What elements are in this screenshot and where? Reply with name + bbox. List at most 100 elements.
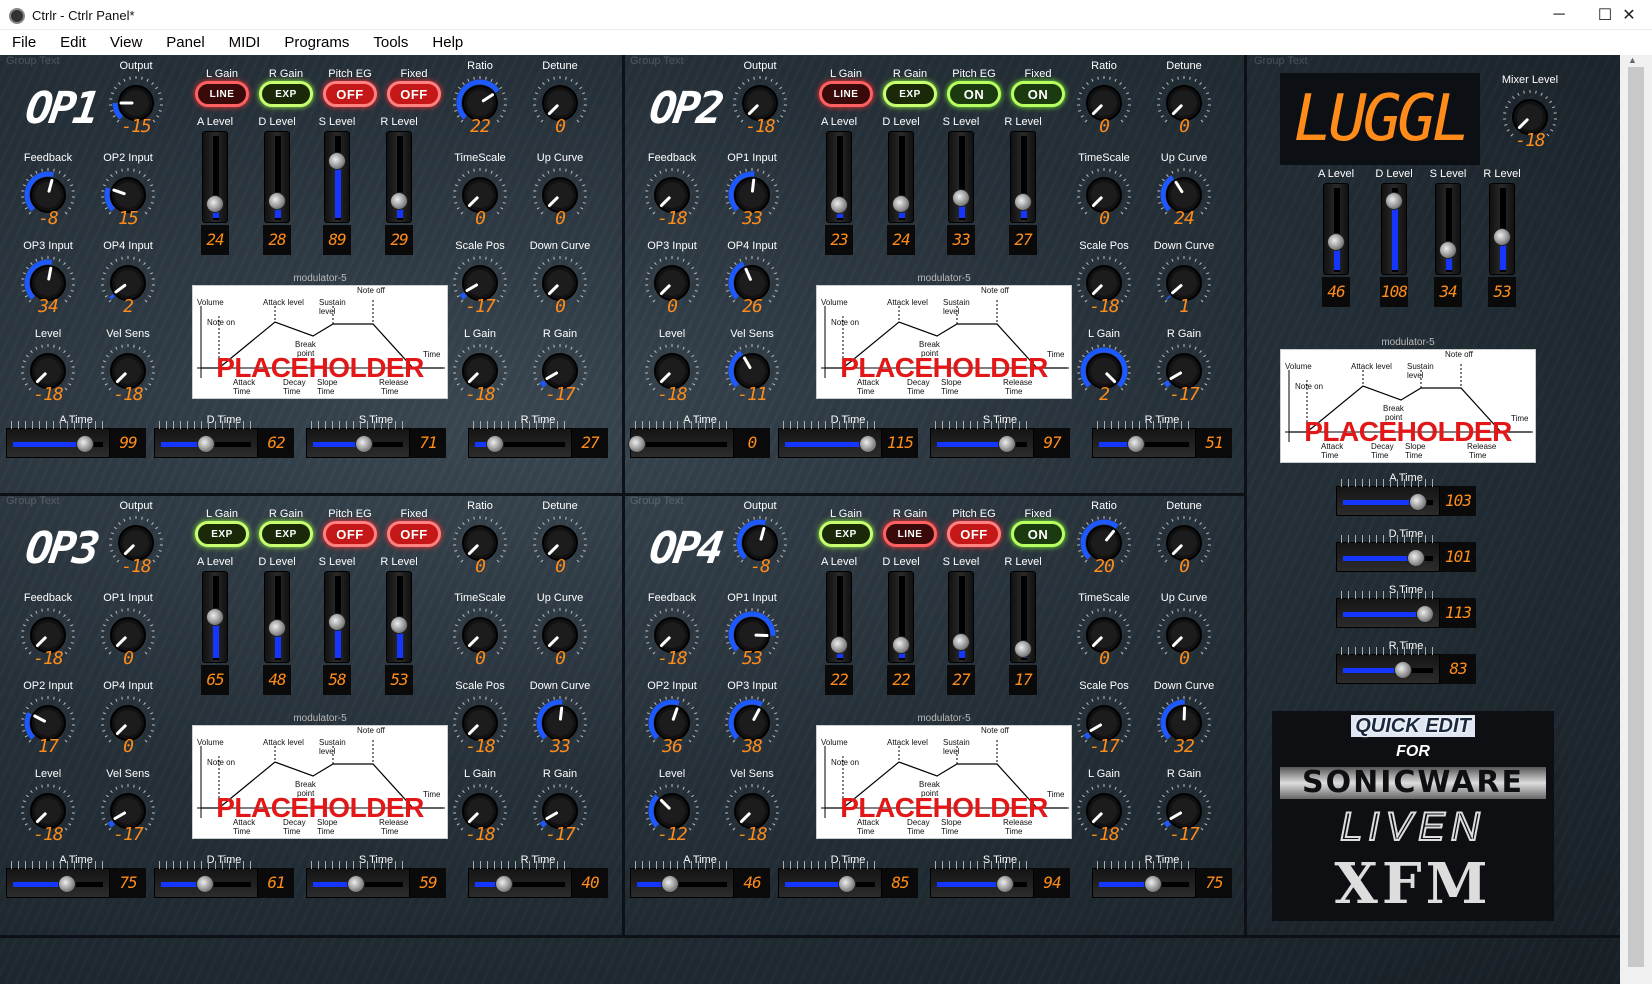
op3-in1-knob[interactable]: OP1 Input 0 xyxy=(88,591,168,669)
op4-in2-dial[interactable]: 36 xyxy=(644,695,700,757)
op1-ratio-knob[interactable]: Ratio 22 xyxy=(440,59,520,137)
op1-vel-sens-dial[interactable]: -18 xyxy=(100,343,156,405)
op1-a-time-slider[interactable]: A Time 99 xyxy=(6,413,146,459)
op2-level-dial[interactable]: -18 xyxy=(644,343,700,405)
op1-timescale-dial[interactable]: 0 xyxy=(452,167,508,229)
op3-fixed-toggle[interactable]: Fixed OFF xyxy=(386,507,442,547)
op4-a-time-slider[interactable]: A Time 46 xyxy=(630,853,770,899)
mixer-r-time-thumb[interactable] xyxy=(1394,661,1413,679)
op2-l-gain-knob[interactable]: L Gain 2 xyxy=(1064,327,1144,405)
op4-up-curve-dial[interactable]: 0 xyxy=(1156,607,1212,669)
op2-feedback-dial[interactable]: -18 xyxy=(644,167,700,229)
op1-in3-knob[interactable]: OP4 Input 2 xyxy=(88,239,168,317)
op3-s-level-slider[interactable]: S Level 58 xyxy=(309,555,365,695)
op3-level-knob[interactable]: Level -18 xyxy=(8,767,88,845)
op4-output-dial[interactable]: -8 xyxy=(732,515,788,577)
op1-down-curve-knob[interactable]: Down Curve 0 xyxy=(520,239,600,317)
op1-level-dial[interactable]: -18 xyxy=(20,343,76,405)
op2-s-level-thumb[interactable] xyxy=(952,189,970,208)
op4-r-time-track[interactable] xyxy=(1092,861,1196,898)
op1-detune-dial[interactable]: 0 xyxy=(532,75,588,137)
op1-l-gain-dial[interactable]: -18 xyxy=(452,343,508,405)
op4-r-time-thumb[interactable] xyxy=(1144,875,1163,893)
op2-in2-dial[interactable]: 0 xyxy=(644,255,700,317)
op2-feedback-knob[interactable]: Feedback -18 xyxy=(632,151,712,229)
op3-ratio-dial[interactable]: 0 xyxy=(452,515,508,577)
op3-r-gain-knob[interactable]: R Gain -17 xyxy=(520,767,600,845)
mixer-a-level-track[interactable] xyxy=(1323,183,1349,275)
op1-s-time-thumb[interactable] xyxy=(355,435,374,453)
op2-r-level-track[interactable] xyxy=(1010,131,1036,223)
op1-d-level-slider[interactable]: D Level 28 xyxy=(249,115,305,255)
op4-s-time-track[interactable] xyxy=(930,861,1034,898)
op1-down-curve-dial[interactable]: 0 xyxy=(532,255,588,317)
op3-d-time-thumb[interactable] xyxy=(196,875,215,893)
menu-midi[interactable]: MIDI xyxy=(217,31,273,55)
op1-a-level-track[interactable] xyxy=(202,131,228,223)
mixer-s-time-slider[interactable]: S Time 113 xyxy=(1336,583,1476,629)
op2-a-level-thumb[interactable] xyxy=(830,195,848,214)
op3-output-knob[interactable]: Output -18 xyxy=(96,499,176,577)
op2-ratio-dial[interactable]: 0 xyxy=(1076,75,1132,137)
op1-feedback-knob[interactable]: Feedback -8 xyxy=(8,151,88,229)
op3-vel-sens-knob[interactable]: Vel Sens -17 xyxy=(88,767,168,845)
op2-a-level-slider[interactable]: A Level 23 xyxy=(811,115,867,255)
op1-d-level-thumb[interactable] xyxy=(268,192,286,211)
op3-r-time-track[interactable] xyxy=(468,861,572,898)
op3-up-curve-dial[interactable]: 0 xyxy=(532,607,588,669)
op4-a-level-track[interactable] xyxy=(826,571,852,663)
op4-a-time-thumb[interactable] xyxy=(661,875,680,893)
op3-down-curve-knob[interactable]: Down Curve 33 xyxy=(520,679,600,757)
op1-scale-pos-dial[interactable]: -17 xyxy=(452,255,508,317)
mixer-a-level-slider[interactable]: A Level 46 xyxy=(1308,167,1364,307)
op3-r-gain-state[interactable]: EXP xyxy=(259,521,313,547)
op2-level-knob[interactable]: Level -18 xyxy=(632,327,712,405)
op3-in2-dial[interactable]: 17 xyxy=(20,695,76,757)
op2-output-knob[interactable]: Output -18 xyxy=(720,59,800,137)
op2-r-time-track[interactable] xyxy=(1092,421,1196,458)
op4-d-level-slider[interactable]: D Level 22 xyxy=(873,555,929,695)
op2-d-level-thumb[interactable] xyxy=(892,195,910,214)
op3-scale-pos-dial[interactable]: -18 xyxy=(452,695,508,757)
op4-level-knob[interactable]: Level -12 xyxy=(632,767,712,845)
vertical-scrollbar[interactable]: ▲ xyxy=(1620,55,1652,984)
op3-s-time-track[interactable] xyxy=(306,861,410,898)
op2-vel-sens-knob[interactable]: Vel Sens -11 xyxy=(712,327,792,405)
op3-r-level-thumb[interactable] xyxy=(390,615,408,634)
op1-d-time-thumb[interactable] xyxy=(196,435,215,453)
op2-in2-knob[interactable]: OP3 Input 0 xyxy=(632,239,712,317)
op1-d-time-track[interactable] xyxy=(154,421,258,458)
op1-s-time-track[interactable] xyxy=(306,421,410,458)
op3-a-level-thumb[interactable] xyxy=(206,608,224,626)
op4-l-gain-dial[interactable]: -18 xyxy=(1076,783,1132,845)
mixer-level-knob[interactable]: Mixer Level -18 xyxy=(1490,73,1570,151)
op2-s-level-track[interactable] xyxy=(948,131,974,223)
op4-down-curve-dial[interactable]: 32 xyxy=(1156,695,1212,757)
op3-timescale-dial[interactable]: 0 xyxy=(452,607,508,669)
op4-s-level-track[interactable] xyxy=(948,571,974,663)
op2-pitch-eg-toggle[interactable]: Pitch EG ON xyxy=(946,67,1002,107)
op3-d-level-track[interactable] xyxy=(264,571,290,663)
op1-feedback-dial[interactable]: -8 xyxy=(20,167,76,229)
op1-pitch-eg-state[interactable]: OFF xyxy=(323,81,377,107)
op2-output-dial[interactable]: -18 xyxy=(732,75,788,137)
op4-feedback-dial[interactable]: -18 xyxy=(644,607,700,669)
op3-l-gain-knob[interactable]: L Gain -18 xyxy=(440,767,520,845)
op2-detune-knob[interactable]: Detune 0 xyxy=(1144,59,1224,137)
op4-r-gain-knob[interactable]: R Gain -17 xyxy=(1144,767,1224,845)
op2-a-level-track[interactable] xyxy=(826,131,852,223)
op2-r-gain-toggle[interactable]: R Gain EXP xyxy=(882,67,938,107)
op2-a-time-track[interactable] xyxy=(628,421,734,458)
mixer-d-level-thumb[interactable] xyxy=(1385,191,1403,210)
op1-r-gain-toggle[interactable]: R Gain EXP xyxy=(258,67,314,107)
op4-in3-knob[interactable]: OP3 Input 38 xyxy=(712,679,792,757)
op2-r-gain-dial[interactable]: -17 xyxy=(1156,343,1212,405)
op3-l-gain-dial[interactable]: -18 xyxy=(452,783,508,845)
mixer-a-time-thumb[interactable] xyxy=(1408,493,1427,511)
op3-r-gain-dial[interactable]: -17 xyxy=(532,783,588,845)
op4-detune-knob[interactable]: Detune 0 xyxy=(1144,499,1224,577)
op3-d-time-track[interactable] xyxy=(154,861,258,898)
op3-pitch-eg-state[interactable]: OFF xyxy=(323,521,377,547)
op2-fixed-toggle[interactable]: Fixed ON xyxy=(1010,67,1066,107)
op1-r-time-thumb[interactable] xyxy=(485,435,504,453)
